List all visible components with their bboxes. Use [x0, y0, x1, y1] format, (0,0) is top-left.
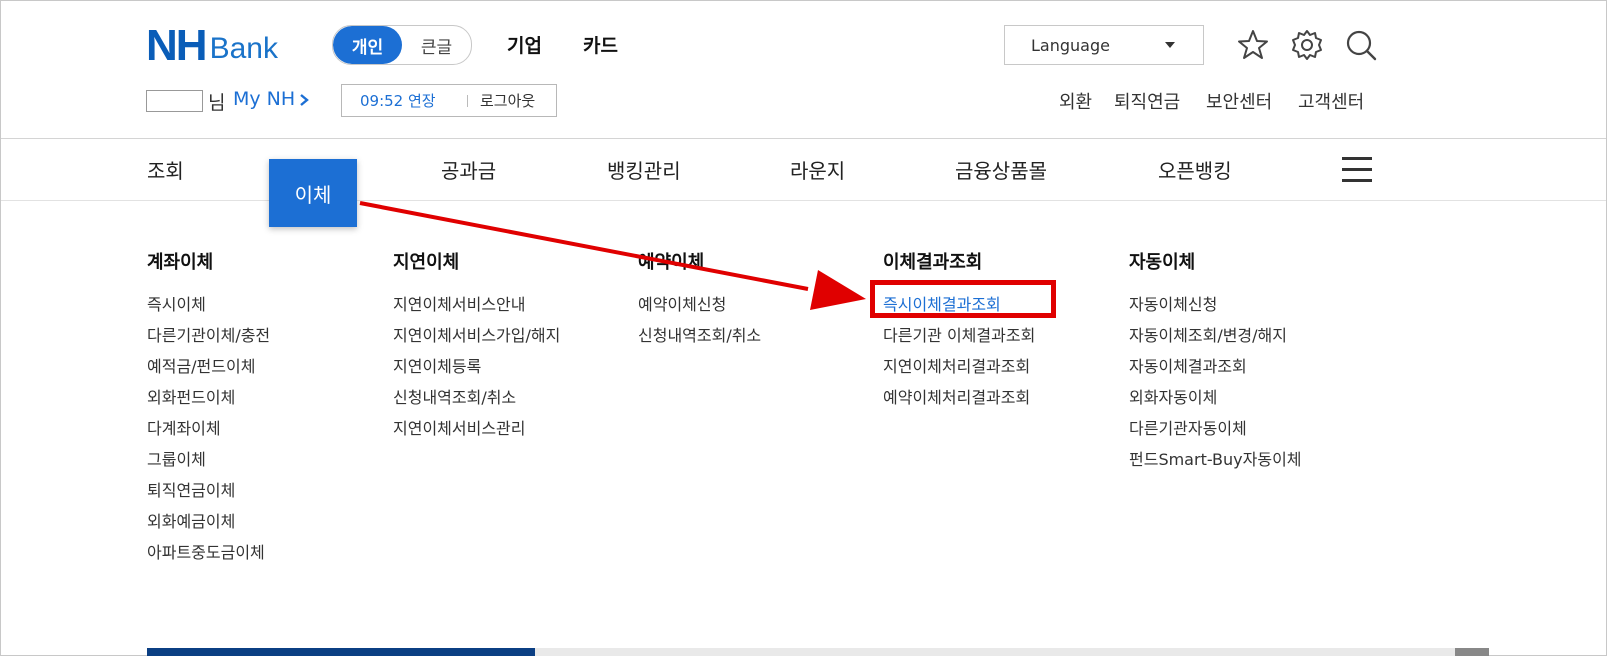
dropdown-caret-icon	[1165, 42, 1175, 48]
menu-item[interactable]: 다른기관자동이체	[1129, 413, 1302, 444]
menu-item[interactable]: 자동이체결과조회	[1129, 351, 1302, 382]
menu-item[interactable]: 즉시이체	[147, 289, 270, 320]
large-text-mode-button[interactable]: 큰글	[402, 26, 471, 64]
menu-item[interactable]: 지연이체서비스가입/해지	[393, 320, 560, 351]
main-nav-utilities[interactable]: 공과금	[441, 155, 496, 184]
session-divider	[467, 94, 468, 107]
star-icon[interactable]	[1236, 28, 1270, 62]
menu-column-account-transfer: 계좌이체 즉시이체 다른기관이체/충전 예적금/펀드이체 외화펀드이체 다계좌이…	[147, 250, 270, 568]
menu-item[interactable]: 자동이체신청	[1129, 289, 1302, 320]
hamburger-menu-icon[interactable]	[1342, 157, 1372, 183]
main-nav-banking-management[interactable]: 뱅킹관리	[607, 155, 681, 184]
menu-item[interactable]: 다른기관 이체결과조회	[883, 320, 1035, 351]
menu-item[interactable]: 신청내역조회/취소	[393, 382, 560, 413]
menu-item[interactable]: 예적금/펀드이체	[147, 351, 270, 382]
greeting-suffix: 님	[208, 92, 226, 114]
menu-item[interactable]: 지연이체서비스안내	[393, 289, 560, 320]
menu-item[interactable]: 예약이체처리결과조회	[883, 382, 1035, 413]
top-nav-business[interactable]: 기업	[507, 31, 542, 58]
language-label: Language	[1031, 35, 1110, 55]
nav-top-divider	[1, 138, 1606, 139]
background-banner-gray	[535, 648, 1455, 656]
search-icon[interactable]	[1344, 28, 1378, 62]
gear-icon[interactable]	[1290, 28, 1324, 62]
menu-column-delayed-transfer: 지연이체 지연이체서비스안내 지연이체서비스가입/해지 지연이체등록 신청내역조…	[393, 250, 560, 444]
personal-mode-button[interactable]: 개인	[333, 26, 402, 64]
util-link-pension[interactable]: 퇴직연금	[1114, 88, 1180, 114]
column-title: 자동이체	[1129, 252, 1196, 273]
main-nav-inquiry[interactable]: 조회	[147, 155, 184, 184]
menu-column-scheduled-transfer: 예약이체 예약이체신청 신청내역조회/취소	[638, 250, 761, 351]
menu-item[interactable]: 그룹이체	[147, 444, 270, 475]
menu-item[interactable]: 아파트중도금이체	[147, 537, 270, 568]
logout-button[interactable]: 로그아웃	[480, 90, 535, 111]
menu-item[interactable]: 지연이체처리결과조회	[883, 351, 1035, 382]
menu-item[interactable]: 펀드Smart-Buy자동이체	[1129, 444, 1302, 475]
main-nav-open-banking[interactable]: 오픈뱅킹	[1158, 155, 1232, 184]
main-nav-transfer[interactable]: 이체	[269, 159, 357, 227]
menu-item[interactable]: 외화펀드이체	[147, 382, 270, 413]
menu-item[interactable]: 다른기관이체/충전	[147, 320, 270, 351]
logo-nh-text: NH	[146, 21, 208, 70]
util-link-forex[interactable]: 외환	[1059, 88, 1092, 114]
language-select[interactable]: Language	[1004, 25, 1204, 65]
main-nav-financial-mall[interactable]: 금융상품몰	[955, 155, 1047, 184]
chevron-right-icon	[300, 94, 309, 106]
menu-item[interactable]: 예약이체신청	[638, 289, 761, 320]
menu-item[interactable]: 퇴직연금이체	[147, 475, 270, 506]
util-link-security[interactable]: 보안센터	[1206, 88, 1272, 114]
column-title: 지연이체	[393, 252, 460, 273]
column-title: 이체결과조회	[883, 252, 983, 273]
main-nav-lounge[interactable]: 라운지	[790, 155, 845, 184]
menu-item[interactable]: 외화자동이체	[1129, 382, 1302, 413]
user-name-box	[146, 90, 203, 112]
column-title: 예약이체	[638, 252, 705, 273]
menu-item[interactable]: 자동이체조회/변경/해지	[1129, 320, 1302, 351]
menu-item[interactable]: 신청내역조회/취소	[638, 320, 761, 351]
background-banner-dark	[1455, 648, 1489, 656]
session-box: 09:52 연장 로그아웃	[341, 84, 557, 117]
util-link-customer[interactable]: 고객센터	[1298, 88, 1364, 114]
nh-bank-logo[interactable]: NH Bank	[146, 21, 278, 70]
menu-item[interactable]: 지연이체서비스관리	[393, 413, 560, 444]
view-mode-toggle[interactable]: 개인 큰글	[332, 25, 472, 65]
session-extend-button[interactable]: 09:52 연장	[342, 90, 455, 111]
top-nav-card[interactable]: 카드	[583, 31, 618, 58]
background-banner-blue	[147, 648, 535, 656]
menu-item[interactable]: 다계좌이체	[147, 413, 270, 444]
nav-bottom-divider	[1, 200, 1606, 201]
menu-column-transfer-results: 이체결과조회 즉시이체결과조회 다른기관 이체결과조회 지연이체처리결과조회 예…	[883, 250, 1035, 413]
my-nh-link[interactable]: My NH	[233, 88, 295, 110]
menu-column-auto-transfer: 자동이체 자동이체신청 자동이체조회/변경/해지 자동이체결과조회 외화자동이체…	[1129, 250, 1302, 475]
highlight-box	[870, 280, 1056, 318]
menu-item[interactable]: 지연이체등록	[393, 351, 560, 382]
menu-item[interactable]: 외화예금이체	[147, 506, 270, 537]
logo-bank-text: Bank	[209, 32, 278, 65]
column-title: 계좌이체	[147, 252, 214, 273]
